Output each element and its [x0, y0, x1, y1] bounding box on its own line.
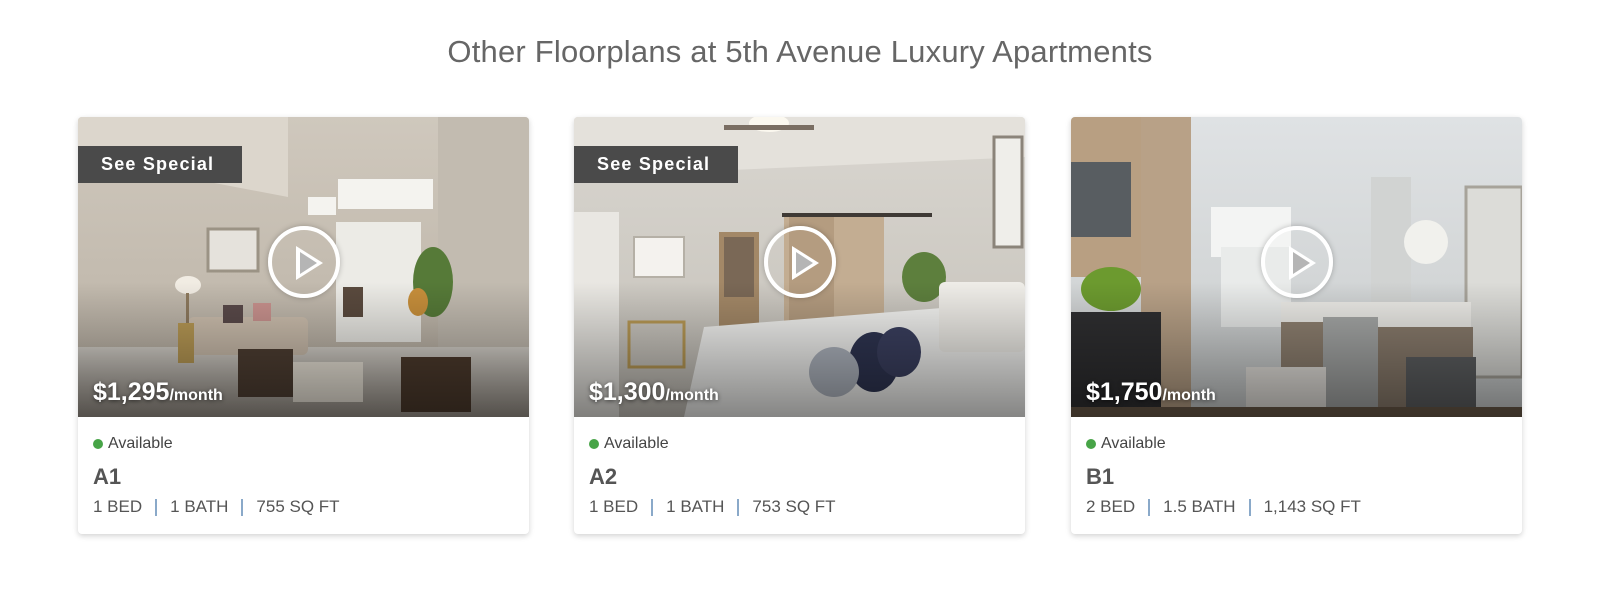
floorplan-card-a1[interactable]: See Special $1,295/month Available A1 1 … — [78, 117, 529, 534]
price-period: /month — [169, 387, 223, 404]
floorplan-info: Available A1 1 BED 1 BATH 755 SQ FT — [78, 417, 529, 517]
price-period: /month — [1162, 387, 1216, 404]
spec-divider — [737, 498, 740, 516]
square-footage: 753 SQ FT — [752, 497, 836, 516]
floorplan-photo[interactable]: See Special $1,295/month — [78, 117, 529, 417]
play-video-button[interactable] — [764, 226, 836, 298]
play-video-button[interactable] — [1261, 226, 1333, 298]
floorplan-photo[interactable]: $1,750/month — [1071, 117, 1522, 417]
square-footage: 755 SQ FT — [256, 497, 340, 516]
availability-status: Available — [1086, 435, 1507, 453]
baths-count: 1.5 BATH — [1163, 497, 1236, 516]
floorplan-name[interactable]: B1 — [1086, 464, 1507, 490]
price-label: $1,300/month — [589, 378, 719, 407]
availability-label: Available — [1101, 435, 1166, 452]
price-label: $1,295/month — [93, 378, 223, 407]
price-amount: $1,300 — [589, 378, 666, 406]
price-label: $1,750/month — [1086, 378, 1216, 407]
availability-label: Available — [604, 435, 669, 452]
beds-count: 1 BED — [589, 497, 639, 516]
available-dot-icon — [93, 439, 103, 449]
see-special-badge[interactable]: See Special — [78, 146, 242, 183]
spec-divider — [1148, 498, 1151, 516]
floorplan-photo[interactable]: See Special $1,300/month — [574, 117, 1025, 417]
section-title: Other Floorplans at 5th Avenue Luxury Ap… — [447, 34, 1153, 69]
availability-label: Available — [108, 435, 173, 452]
spec-divider — [155, 498, 158, 516]
see-special-badge[interactable]: See Special — [574, 146, 738, 183]
available-dot-icon — [1086, 439, 1096, 449]
spec-divider — [651, 498, 654, 516]
floorplan-specs: 2 BED 1.5 BATH 1,143 SQ FT — [1086, 497, 1507, 517]
price-period: /month — [665, 387, 719, 404]
beds-count: 2 BED — [1086, 497, 1136, 516]
floorplan-name[interactable]: A2 — [589, 464, 1010, 490]
square-footage: 1,143 SQ FT — [1263, 497, 1361, 516]
baths-count: 1 BATH — [666, 497, 725, 516]
availability-status: Available — [589, 435, 1010, 453]
baths-count: 1 BATH — [170, 497, 229, 516]
price-amount: $1,750 — [1086, 378, 1163, 406]
beds-count: 1 BED — [93, 497, 143, 516]
floorplan-info: Available B1 2 BED 1.5 BATH 1,143 SQ FT — [1071, 417, 1522, 517]
play-video-button[interactable] — [268, 226, 340, 298]
floorplan-name[interactable]: A1 — [93, 464, 514, 490]
floorplan-specs: 1 BED 1 BATH 755 SQ FT — [93, 497, 514, 517]
price-amount: $1,295 — [93, 378, 170, 406]
floorplan-specs: 1 BED 1 BATH 753 SQ FT — [589, 497, 1010, 517]
floorplan-info: Available A2 1 BED 1 BATH 753 SQ FT — [574, 417, 1025, 517]
available-dot-icon — [589, 439, 599, 449]
floorplan-card-a2[interactable]: See Special $1,300/month Available A2 1 … — [574, 117, 1025, 534]
floorplan-card-b1[interactable]: $1,750/month Available B1 2 BED 1.5 BATH… — [1071, 117, 1522, 534]
spec-divider — [1248, 498, 1251, 516]
availability-status: Available — [93, 435, 514, 453]
spec-divider — [241, 498, 244, 516]
